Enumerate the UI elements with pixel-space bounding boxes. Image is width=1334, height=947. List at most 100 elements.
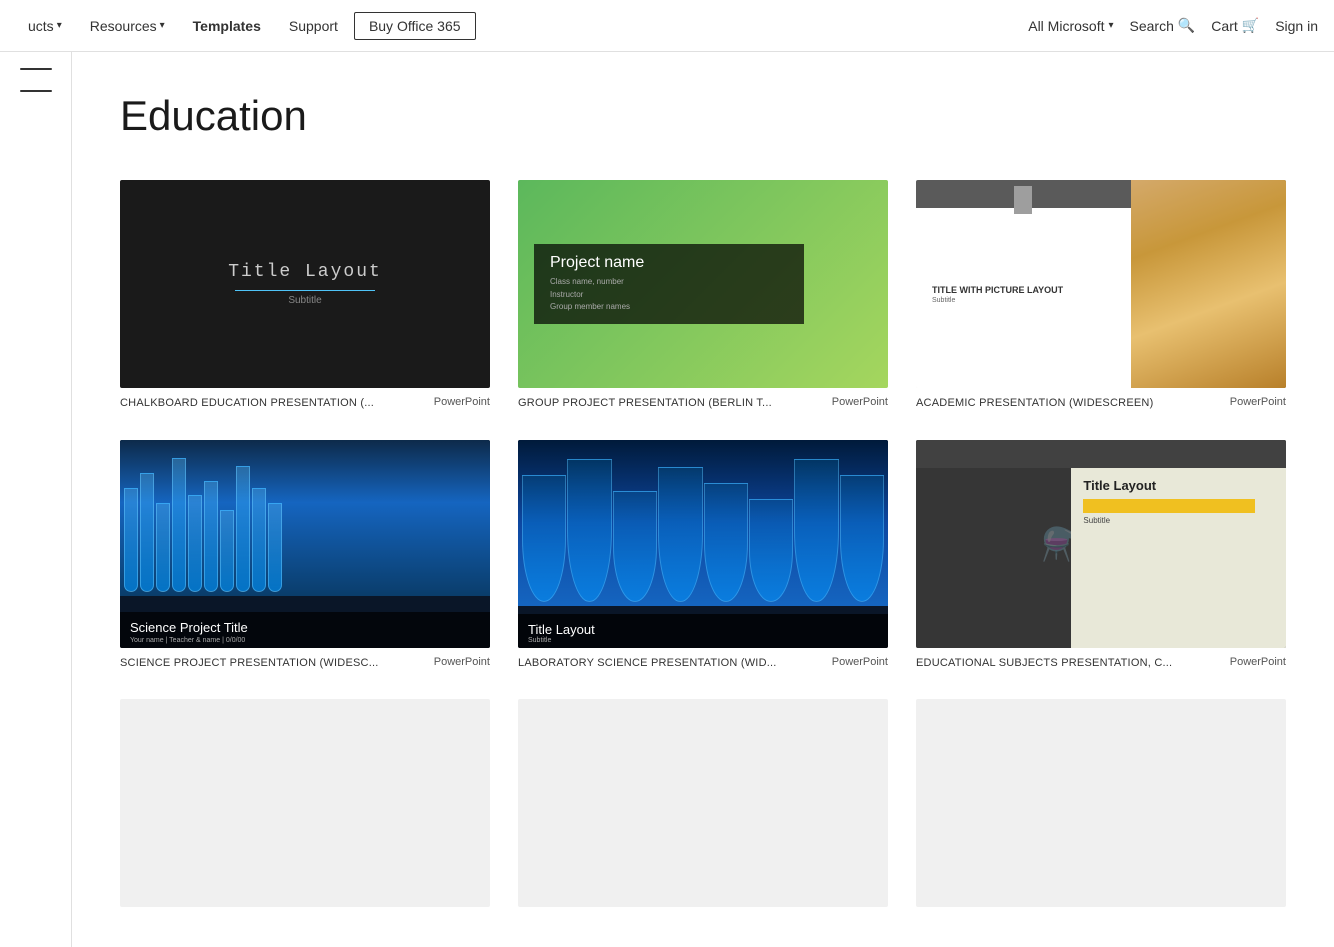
lab-bg bbox=[518, 440, 888, 607]
academic-content-title: TITLE WITH PICTURE LAYOUT bbox=[932, 285, 1115, 295]
card-title-lab: LABORATORY SCIENCE PRESENTATION (WID... bbox=[518, 656, 824, 671]
page-title: Education bbox=[120, 92, 1286, 140]
edu-content: Title Layout Subtitle bbox=[1071, 468, 1286, 648]
search-label: Search bbox=[1130, 18, 1174, 34]
tube-5 bbox=[188, 495, 202, 591]
template-card-edu-subjects[interactable]: ⚗️🔬📐 Title Layout Subtitle EDUCATIONAL S… bbox=[916, 440, 1286, 672]
tube-1 bbox=[124, 488, 138, 592]
card-type-lab: PowerPoint bbox=[832, 656, 888, 668]
chalk-subtitle: Subtitle bbox=[288, 295, 321, 306]
lab-tube-3 bbox=[613, 491, 657, 602]
group-preview: Project name Class name, numberInstructo… bbox=[518, 180, 888, 388]
chevron-down-icon: ▾ bbox=[160, 20, 165, 31]
science-bar: Science Project Title Your name | Teache… bbox=[120, 612, 490, 648]
sidebar bbox=[0, 52, 72, 947]
nav-item-products[interactable]: ucts ▾ bbox=[16, 14, 74, 38]
edu-title-text: Title Layout bbox=[1083, 478, 1274, 493]
academic-content-subtitle: Subtitle bbox=[932, 297, 1115, 304]
template-card-placeholder-2[interactable] bbox=[518, 699, 888, 907]
card-meta-edu-subjects: EDUCATIONAL SUBJECTS PRESENTATION, C... … bbox=[916, 656, 1286, 671]
template-card-group[interactable]: Project name Class name, numberInstructo… bbox=[518, 180, 888, 412]
card-type-academic: PowerPoint bbox=[1230, 396, 1286, 408]
card-thumbnail-science: Science Project Title Your name | Teache… bbox=[120, 440, 490, 648]
placeholder-3 bbox=[916, 699, 1286, 907]
chevron-down-icon: ▾ bbox=[1108, 20, 1113, 31]
tube-2 bbox=[140, 473, 154, 591]
card-title-group: GROUP PROJECT PRESENTATION (BERLIN T... bbox=[518, 396, 824, 411]
lab-tube-6 bbox=[749, 499, 793, 602]
card-type-science: PowerPoint bbox=[434, 656, 490, 668]
placeholder-1 bbox=[120, 699, 490, 907]
lab-bar: Title Layout Subtitle bbox=[518, 614, 888, 648]
card-title-academic: ACADEMIC PRESENTATION (WIDESCREEN) bbox=[916, 396, 1222, 411]
card-title-science: SCIENCE PROJECT PRESENTATION (WIDESC... bbox=[120, 656, 426, 671]
card-thumbnail-group: Project name Class name, numberInstructo… bbox=[518, 180, 888, 388]
group-project-name: Project name bbox=[550, 254, 788, 272]
card-type-group: PowerPoint bbox=[832, 396, 888, 408]
tube-4 bbox=[172, 458, 186, 591]
nav-item-resources[interactable]: Resources ▾ bbox=[78, 14, 177, 38]
science-project-title: Science Project Title bbox=[130, 620, 480, 635]
card-meta-group: GROUP PROJECT PRESENTATION (BERLIN T... … bbox=[518, 396, 888, 411]
nav-resources-label: Resources bbox=[90, 18, 157, 34]
template-card-science[interactable]: Science Project Title Your name | Teache… bbox=[120, 440, 490, 672]
chalkboard-preview: Title Layout Subtitle bbox=[120, 180, 490, 388]
lab-tube-2 bbox=[567, 459, 611, 602]
book-visual bbox=[1131, 180, 1286, 388]
card-thumbnail-placeholder-2 bbox=[518, 699, 888, 907]
template-grid: Title Layout Subtitle CHALKBOARD EDUCATI… bbox=[120, 180, 1286, 907]
cart-icon: 🛒 bbox=[1242, 17, 1259, 34]
template-card-chalkboard[interactable]: Title Layout Subtitle CHALKBOARD EDUCATI… bbox=[120, 180, 490, 412]
nav-item-support[interactable]: Support bbox=[277, 14, 350, 38]
template-card-placeholder-3[interactable] bbox=[916, 699, 1286, 907]
lab-tubes bbox=[518, 440, 888, 607]
book-pages bbox=[1131, 222, 1286, 389]
template-card-placeholder-1[interactable] bbox=[120, 699, 490, 907]
template-card-lab[interactable]: Title Layout Subtitle LABORATORY SCIENCE… bbox=[518, 440, 888, 672]
nav-signin[interactable]: Sign in bbox=[1275, 18, 1318, 34]
nav-support-label: Support bbox=[289, 18, 338, 34]
tube-8 bbox=[236, 466, 250, 592]
nav-search[interactable]: Search 🔍 bbox=[1130, 17, 1196, 34]
edu-preview: ⚗️🔬📐 Title Layout Subtitle bbox=[916, 440, 1286, 648]
card-meta-science: SCIENCE PROJECT PRESENTATION (WIDESC... … bbox=[120, 656, 490, 671]
nav-right: All Microsoft ▾ Search 🔍 Cart 🛒 Sign in bbox=[1028, 17, 1318, 34]
card-thumbnail-chalkboard: Title Layout Subtitle bbox=[120, 180, 490, 388]
search-icon: 🔍 bbox=[1178, 17, 1195, 34]
card-title-chalkboard: CHALKBOARD EDUCATION PRESENTATION (... bbox=[120, 396, 426, 411]
lab-tube-7 bbox=[794, 459, 838, 602]
academic-preview: TITLE WITH PICTURE LAYOUT Subtitle bbox=[916, 180, 1286, 388]
card-thumbnail-placeholder-1 bbox=[120, 699, 490, 907]
academic-right bbox=[1131, 180, 1286, 388]
group-details: Class name, numberInstructorGroup member… bbox=[550, 276, 788, 314]
chalk-underline bbox=[235, 290, 375, 291]
tube-3 bbox=[156, 503, 170, 592]
lab-tube-8 bbox=[840, 475, 884, 602]
tube-6 bbox=[204, 481, 218, 592]
lab-title: Title Layout bbox=[528, 622, 878, 637]
nav-item-templates[interactable]: Templates bbox=[181, 14, 273, 38]
nav-products-label: ucts bbox=[28, 18, 54, 34]
lab-tube-5 bbox=[704, 483, 748, 602]
chalk-title: Title Layout bbox=[228, 262, 382, 282]
card-meta-lab: LABORATORY SCIENCE PRESENTATION (WID... … bbox=[518, 656, 888, 671]
nav-templates-label: Templates bbox=[193, 18, 261, 34]
main-content: Education Title Layout Subtitle CHALKBOA… bbox=[72, 52, 1334, 947]
sidebar-line-1 bbox=[20, 68, 52, 70]
lab-tube-4 bbox=[658, 467, 702, 602]
nav-cart[interactable]: Cart 🛒 bbox=[1211, 17, 1259, 34]
cart-label: Cart bbox=[1211, 18, 1237, 34]
tube-10 bbox=[268, 503, 282, 592]
navigation: ucts ▾ Resources ▾ Templates Support Buy… bbox=[0, 0, 1334, 52]
buy-office-button[interactable]: Buy Office 365 bbox=[354, 12, 476, 40]
template-card-academic[interactable]: TITLE WITH PICTURE LAYOUT Subtitle ACADE… bbox=[916, 180, 1286, 412]
card-meta-chalkboard: CHALKBOARD EDUCATION PRESENTATION (... P… bbox=[120, 396, 490, 411]
science-author-name: Your name | Teacher & name | 0/0/00 bbox=[130, 637, 480, 644]
lab-preview: Title Layout Subtitle bbox=[518, 440, 888, 648]
card-thumbnail-placeholder-3 bbox=[916, 699, 1286, 907]
edu-subtitle-text: Subtitle bbox=[1083, 516, 1274, 525]
card-thumbnail-edu-subjects: ⚗️🔬📐 Title Layout Subtitle bbox=[916, 440, 1286, 648]
nav-all-microsoft[interactable]: All Microsoft ▾ bbox=[1028, 18, 1113, 34]
academic-left: TITLE WITH PICTURE LAYOUT Subtitle bbox=[916, 180, 1131, 388]
chevron-down-icon: ▾ bbox=[57, 20, 62, 31]
